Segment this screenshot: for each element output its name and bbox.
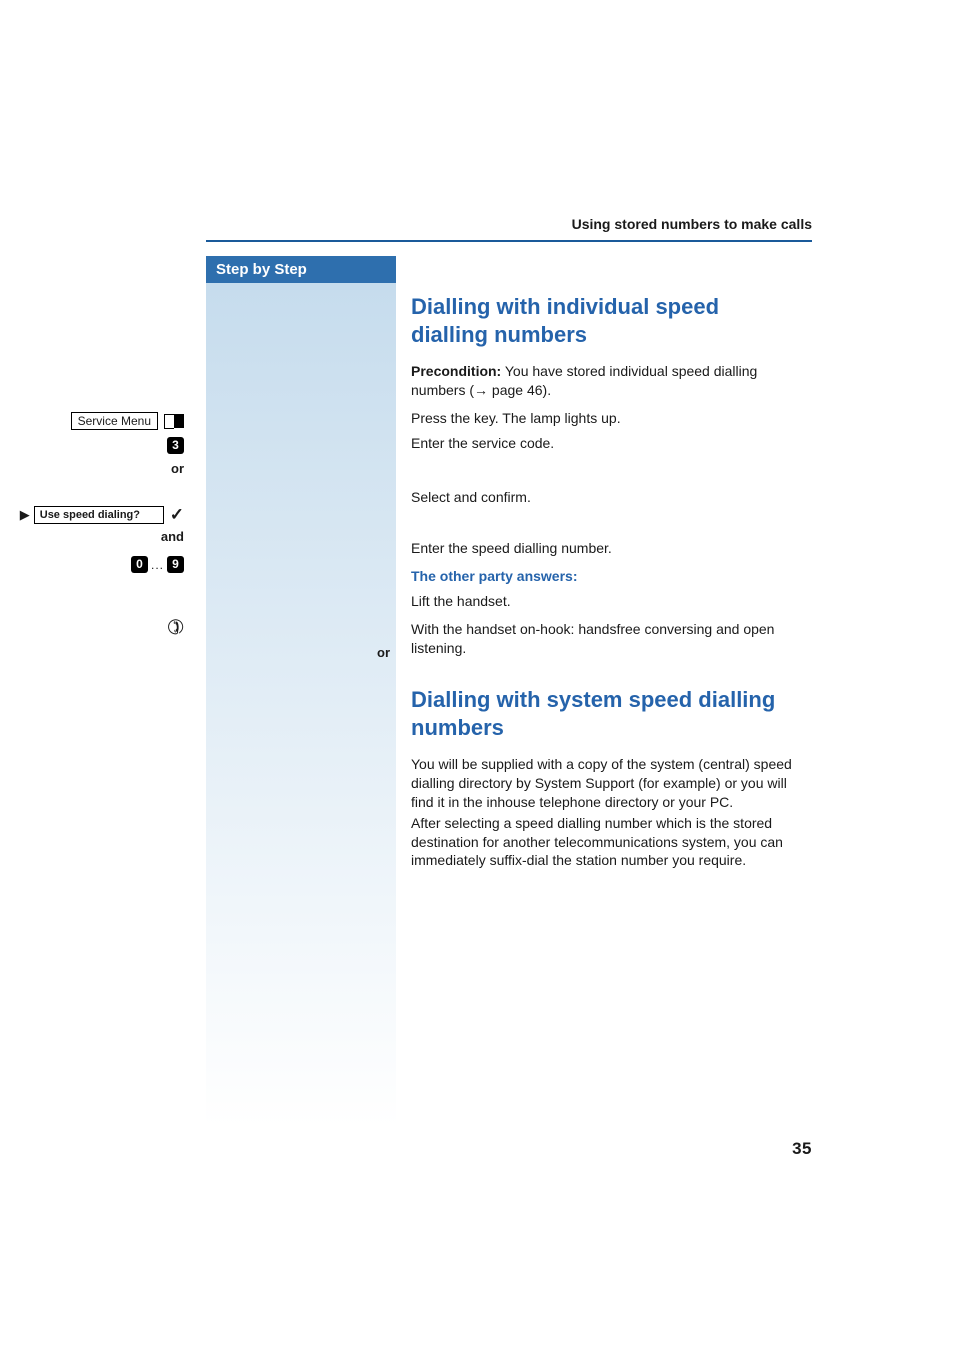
step-prompt-row: ▶ Use speed dialing? ✓ xyxy=(0,505,190,525)
page-number: 35 xyxy=(792,1139,812,1159)
sidebar-title: Step by Step xyxy=(206,256,396,283)
lamp-icon xyxy=(164,414,184,428)
section2-para2: After selecting a speed dialling number … xyxy=(411,814,801,871)
use-speed-dialing-prompt[interactable]: Use speed dialing? xyxy=(34,506,164,524)
page-ref-arrow-icon: → xyxy=(474,382,488,398)
confirm-check-icon[interactable]: ✓ xyxy=(170,505,184,525)
section2-heading: Dialling with system speed dialling numb… xyxy=(411,686,801,741)
step-or1-row: or xyxy=(0,461,190,476)
step-keys-range-row: 0 ... 9 xyxy=(0,556,190,573)
running-header: Using stored numbers to make calls xyxy=(206,216,812,232)
precondition-para: Precondition: You have stored individual… xyxy=(411,362,801,400)
precondition-text-b: page 46). xyxy=(488,382,551,398)
step-handset-row: ✆ xyxy=(0,615,190,640)
header-rule xyxy=(206,240,812,242)
prompt-arrow-icon: ▶ xyxy=(20,507,30,523)
service-menu-button[interactable]: Service Menu xyxy=(71,412,158,430)
step-service-menu-row: Service Menu xyxy=(0,412,190,430)
and-label: and xyxy=(161,529,184,544)
spacer-and xyxy=(411,515,801,539)
or-label-2: or xyxy=(377,645,390,660)
enter-speed-text: Enter the speed dialling number. xyxy=(411,539,801,558)
handset-icon: ✆ xyxy=(163,613,187,642)
precondition-label: Precondition: xyxy=(411,363,501,379)
step-key3-row: 3 xyxy=(0,437,190,454)
handsfree-text: With the handset on-hook: handsfree conv… xyxy=(411,620,801,658)
or-label-1: or xyxy=(171,461,184,476)
spacer-or1 xyxy=(411,462,801,488)
enter-code-text: Enter the service code. xyxy=(411,434,801,453)
select-confirm-text: Select and confirm. xyxy=(411,488,801,507)
keypad-3-button[interactable]: 3 xyxy=(167,437,184,454)
step-and-row: and xyxy=(0,529,190,544)
lift-handset-text: Lift the handset. xyxy=(411,592,801,611)
step-or2-row: or xyxy=(206,645,396,660)
sidebar-body xyxy=(206,283,396,1127)
section1-heading: Dialling with individual speed dialling … xyxy=(411,293,801,348)
keypad-0-button[interactable]: 0 xyxy=(131,556,148,573)
keypad-range: 0 ... 9 xyxy=(131,556,184,573)
main-content: Dialling with individual speed dialling … xyxy=(411,293,801,879)
keypad-9-button[interactable]: 9 xyxy=(167,556,184,573)
page: Using stored numbers to make calls Step … xyxy=(0,0,954,1351)
press-key-text: Press the key. The lamp lights up. xyxy=(411,409,801,428)
keypad-ellipsis: ... xyxy=(151,558,164,572)
other-party-heading: The other party answers: xyxy=(411,568,801,584)
section2-para1: You will be supplied with a copy of the … xyxy=(411,755,801,812)
